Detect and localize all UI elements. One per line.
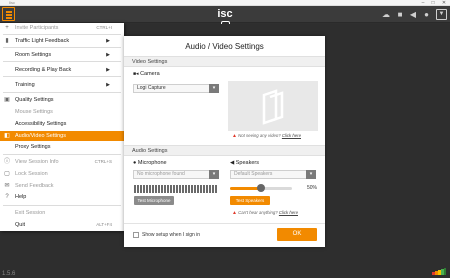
chevron-down-icon: ▾ (209, 170, 219, 179)
feedback-icon: ✉ (4, 183, 10, 189)
menu-item-invite-participants[interactable]: + Invite Participants CTRL+I (0, 23, 124, 33)
microphone-icon[interactable]: ● (422, 9, 431, 20)
menu-item-accessibility-settings[interactable]: Accessibility Settings (0, 119, 124, 129)
cloud-icon[interactable]: ☁ (380, 9, 392, 20)
connection-quality-icon (432, 268, 446, 275)
menu-item-audio-video-settings[interactable]: ◧ Audio/Video Settings (0, 131, 124, 141)
invite-icon: + (5, 25, 9, 31)
chevron-down-icon: ▾ (306, 170, 316, 179)
microphone-label: ● Microphone (133, 160, 167, 166)
camera-icon[interactable]: ■ (395, 9, 405, 20)
hamburger-menu-icon[interactable] (2, 7, 15, 21)
chevron-down-icon: ▾ (209, 84, 219, 93)
audio-video-settings-dialog: Audio / Video Settings Video Settings ■◂… (124, 36, 325, 247)
microphone-level-meter (134, 185, 219, 193)
camera-preview (228, 81, 318, 131)
dropdown-icon[interactable]: ▼ (436, 9, 447, 20)
main-menu: + Invite Participants CTRL+I ▮ Traffic Li… (0, 23, 124, 231)
speakers-help-link[interactable]: Click here (279, 210, 298, 215)
volume-value: 50% (307, 185, 318, 191)
camera-help-link[interactable]: Click here (282, 133, 301, 138)
audio-settings-header: Audio Settings (124, 145, 325, 156)
quality-icon: ▣ (4, 97, 10, 103)
menu-item-lock-session[interactable]: ▢ Lock Session (0, 169, 124, 179)
info-icon: ⓘ (4, 159, 11, 165)
video-settings-header: Video Settings (124, 56, 325, 67)
app-logo: isc (213, 8, 237, 31)
menu-item-recording-playback[interactable]: Recording & Play Back ▶ (0, 65, 124, 75)
help-icon: ? (5, 194, 9, 200)
menu-item-quit[interactable]: Quit ALT+F4 (0, 220, 124, 230)
camera-help-text: ▲ Not seeing any video? Click here (232, 133, 301, 139)
ok-button[interactable]: OK (277, 228, 317, 241)
traffic-light-icon: ▮ (5, 38, 9, 44)
menu-item-send-feedback[interactable]: ✉ Send Feedback (0, 181, 124, 191)
volume-slider-handle[interactable] (257, 184, 265, 192)
menu-item-room-settings[interactable]: Room Settings ▶ (0, 50, 124, 60)
lock-icon: ▢ (4, 171, 10, 177)
speaker-icon[interactable]: ◀ (408, 9, 418, 20)
version-text: 1.5.6 (2, 271, 16, 277)
speakers-select[interactable]: Default Speakers ▾ (230, 170, 316, 179)
menu-item-traffic-light[interactable]: ▮ Traffic Light Feedback ▶ (0, 36, 124, 46)
speaker-icon: ◀ (230, 160, 235, 166)
speaker-volume-slider[interactable] (230, 184, 292, 192)
microphone-select[interactable]: No microphone found ▾ (133, 170, 219, 179)
camera-select[interactable]: Logi Capture ▾ (133, 84, 219, 93)
show-setup-label: Show setup when I sign in (142, 232, 201, 238)
speakers-label: ◀ Speakers (230, 160, 260, 166)
speakers-help-text: ▲ Can't hear anything? Click here (232, 210, 298, 216)
test-microphone-button[interactable]: Test Microphone (134, 196, 174, 205)
menu-item-training[interactable]: Training ▶ (0, 80, 124, 90)
audio-video-icon: ◧ (4, 133, 10, 139)
camera-preview-placeholder-icon (262, 89, 284, 125)
menu-item-quality-settings[interactable]: ▣ Quality Settings (0, 95, 124, 105)
menu-item-exit-session[interactable]: Exit Session (0, 208, 124, 218)
menu-item-mouse-settings[interactable]: Mouse Settings (0, 107, 124, 117)
menu-item-proxy-settings[interactable]: Proxy Settings (0, 142, 124, 152)
app-toolbar: isc ☁ ■ ◀ ● ▼ (0, 6, 450, 31)
warning-icon: ▲ (232, 210, 237, 216)
camera-label: ■◂ Camera (133, 71, 160, 77)
microphone-icon: ● (133, 160, 137, 166)
show-setup-checkbox[interactable] (133, 232, 139, 238)
camera-icon: ■◂ (133, 71, 139, 77)
test-speakers-button[interactable]: Test Speakers (230, 196, 270, 205)
menu-item-help[interactable]: ? Help (0, 192, 124, 202)
menu-item-view-session-info[interactable]: ⓘ View Session Info CTRL+S (0, 157, 124, 167)
warning-icon: ▲ (232, 133, 237, 139)
dialog-title: Audio / Video Settings (185, 42, 264, 51)
